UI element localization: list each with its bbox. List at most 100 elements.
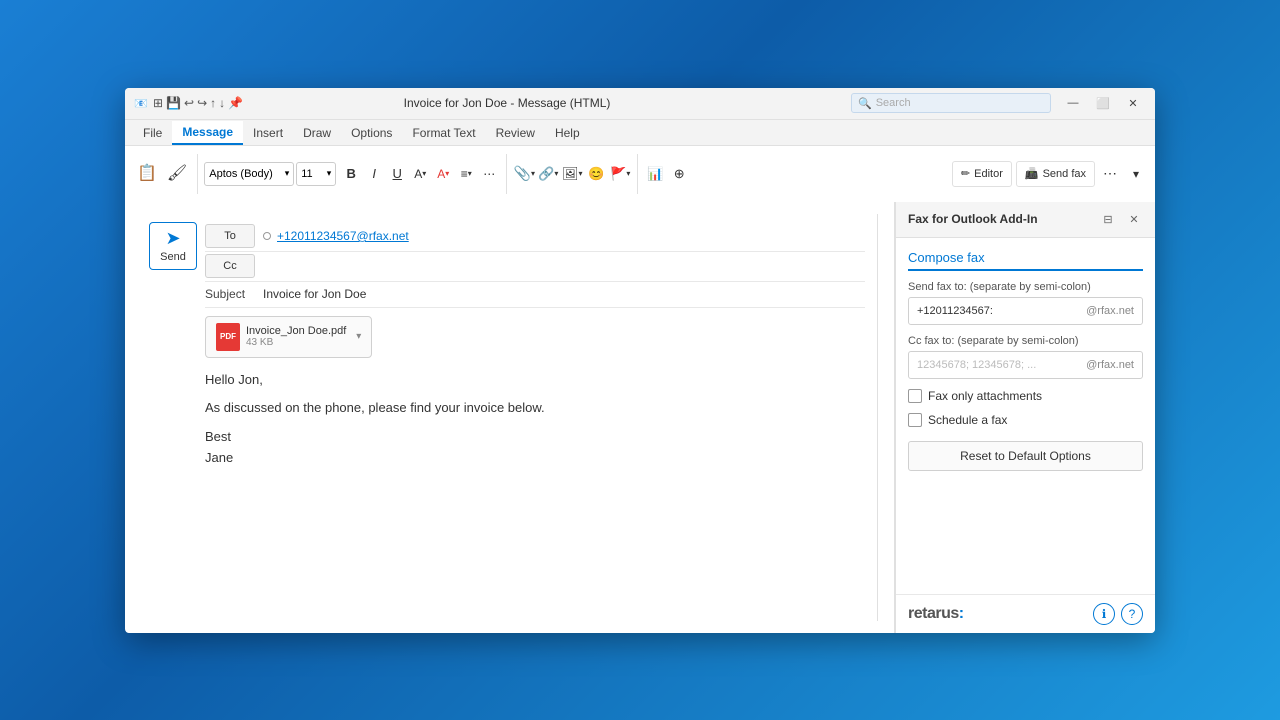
font-name: Aptos (Body) (209, 168, 273, 180)
ribbon-more-btn[interactable]: ⋯ (1099, 163, 1121, 185)
tab-draw[interactable]: Draw (293, 121, 341, 145)
send-fax-to-input[interactable]: +12011234567: @rfax.net (908, 297, 1143, 325)
cc-fax-to-placeholder: 12345678; 12345678; ... (917, 359, 1036, 371)
cc-fax-to-input[interactable]: 12345678; 12345678; ... @rfax.net (908, 351, 1143, 379)
clipboard-btn[interactable]: 📋 (133, 152, 161, 196)
size-dropdown-icon: ▾ (327, 168, 332, 179)
separator-3 (637, 154, 638, 194)
to-address[interactable]: +12011234567@rfax.net (277, 229, 409, 243)
search-icon: 🔍 (858, 97, 872, 110)
emoji-btn[interactable]: 😊 (585, 163, 607, 185)
more-group: 📊 ⊕ (644, 163, 690, 185)
cc-fax-to-label: Cc fax to: (separate by semi-colon) (908, 335, 1143, 347)
fax-panel-footer: retarus: ℹ ? (896, 594, 1155, 633)
attachment-item[interactable]: PDF Invoice_Jon Doe.pdf 43 KB ▾ (205, 316, 372, 358)
font-selector[interactable]: Aptos (Body) ▾ (204, 162, 294, 186)
editor-label: Editor (974, 168, 1003, 180)
fax-only-attachments-row: Fax only attachments (908, 389, 1143, 403)
reset-button[interactable]: Reset to Default Options (908, 441, 1143, 471)
send-col: ➤ Send (141, 214, 205, 621)
editor-icon: ✏ (961, 167, 970, 180)
format-painter-icon: 🖌 (167, 166, 187, 182)
tab-options[interactable]: Options (341, 121, 402, 145)
send-fax-icon: 📠 (1025, 167, 1039, 180)
window-title: Invoice for Jon Doe - Message (HTML) (163, 96, 851, 110)
search-placeholder: Search (876, 97, 911, 109)
tab-review[interactable]: Review (486, 121, 545, 145)
send-fax-ribbon-btn[interactable]: 📠 Send fax (1016, 161, 1095, 187)
ribbon-tabs: File Message Insert Draw Options Format … (125, 120, 1155, 146)
tab-file[interactable]: File (133, 121, 172, 145)
teams-btn[interactable]: 📊 (644, 163, 666, 185)
clipboard-group: 📋 🖌 (133, 152, 191, 196)
info-button[interactable]: ℹ (1093, 603, 1115, 625)
zoom-btn[interactable]: ⊕ (668, 163, 690, 185)
editor-btn[interactable]: ✏ Editor (952, 161, 1012, 187)
tab-help[interactable]: Help (545, 121, 590, 145)
more-btn[interactable]: ⋯ (478, 163, 500, 185)
send-fax-to-value: +12011234567: (917, 305, 993, 317)
ribbon-expand-btn[interactable]: ▾ (1125, 163, 1147, 185)
panel-collapse-button[interactable]: ⊟ (1099, 210, 1117, 228)
format-painter-btn[interactable]: 🖌 (163, 152, 191, 196)
tab-format-text[interactable]: Format Text (402, 121, 485, 145)
contact-badge (263, 232, 271, 240)
panel-close-button[interactable]: ✕ (1125, 210, 1143, 228)
subject-value[interactable]: Invoice for Jon Doe (263, 287, 366, 301)
retarus-logo-text: retarus (908, 605, 959, 622)
fax-only-attachments-checkbox[interactable] (908, 389, 922, 403)
body-line2: As discussed on the phone, please find y… (205, 398, 865, 419)
send-label: Send (160, 251, 186, 263)
to-button[interactable]: To (205, 224, 255, 248)
to-value: +12011234567@rfax.net (263, 229, 865, 243)
email-body[interactable]: Hello Jon, As discussed on the phone, pl… (205, 370, 865, 613)
footer-icons: ℹ ? (1093, 603, 1143, 625)
fax-panel-title: Fax for Outlook Add-In (908, 212, 1091, 226)
schedule-fax-label: Schedule a fax (928, 413, 1007, 427)
link-btn[interactable]: 🔗▾ (537, 163, 559, 185)
bullets-btn[interactable]: ≡▾ (455, 163, 477, 185)
schedule-fax-checkbox[interactable] (908, 413, 922, 427)
cc-fax-to-group: Cc fax to: (separate by semi-colon) 1234… (908, 335, 1143, 379)
send-button[interactable]: ➤ Send (149, 222, 197, 270)
body-line3: Best (205, 427, 865, 448)
minimize-button[interactable]: — (1059, 93, 1087, 113)
insert-group: 📎▾ 🔗▾ 🖼▾ 😊 🚩▾ (513, 163, 631, 185)
fax-panel-header: Fax for Outlook Add-In ⊟ ✕ (896, 202, 1155, 238)
fax-only-attachments-label: Fax only attachments (928, 389, 1042, 403)
help-button[interactable]: ? (1121, 603, 1143, 625)
format-group: B I U A▾ A▾ ≡▾ ⋯ (340, 163, 500, 185)
font-color-btn[interactable]: A▾ (432, 163, 454, 185)
separator-1 (197, 154, 198, 194)
cc-fax-to-domain: @rfax.net (1086, 359, 1134, 371)
qa-icon-grid[interactable]: ⊞ (153, 96, 163, 110)
compose-fax-tab[interactable]: Compose fax (908, 250, 1143, 271)
font-dropdown-icon: ▾ (285, 168, 290, 179)
send-fax-label: Send fax (1043, 168, 1086, 180)
tab-message[interactable]: Message (172, 121, 243, 145)
window-controls: — ⬜ ✕ (1059, 93, 1147, 113)
attachment-size: 43 KB (246, 337, 346, 348)
font-size-selector[interactable]: 11 ▾ (296, 162, 336, 186)
send-fax-to-domain: @rfax.net (1086, 305, 1134, 317)
italic-button[interactable]: I (363, 163, 385, 185)
ribbon-content: 📋 🖌 Aptos (Body) ▾ 11 ▾ B I U A▾ A▾ ≡▾ (125, 146, 1155, 202)
pdf-icon: PDF (216, 323, 240, 351)
close-button[interactable]: ✕ (1119, 93, 1147, 113)
cc-button[interactable]: Cc (205, 254, 255, 278)
search-bar[interactable]: 🔍 Search (851, 93, 1051, 113)
bold-button[interactable]: B (340, 163, 362, 185)
flag-btn[interactable]: 🚩▾ (609, 163, 631, 185)
attach-btn[interactable]: 📎▾ (513, 163, 535, 185)
app-icon: 📧 (133, 95, 149, 111)
outlook-window: 📧 ⊞ 💾 ↩ ↪ ↑ ↓ 📌 Invoice for Jon Doe - Me… (125, 88, 1155, 633)
tab-insert[interactable]: Insert (243, 121, 293, 145)
attachment-dropdown-icon[interactable]: ▾ (356, 331, 361, 342)
picture-btn[interactable]: 🖼▾ (561, 163, 583, 185)
send-fax-to-label: Send fax to: (separate by semi-colon) (908, 281, 1143, 293)
underline-button[interactable]: U (386, 163, 408, 185)
highlight-btn[interactable]: A▾ (409, 163, 431, 185)
font-size: 11 (301, 168, 312, 180)
maximize-button[interactable]: ⬜ (1089, 93, 1117, 113)
fields-col: To +12011234567@rfax.net Cc Subject Invo… (205, 214, 878, 621)
